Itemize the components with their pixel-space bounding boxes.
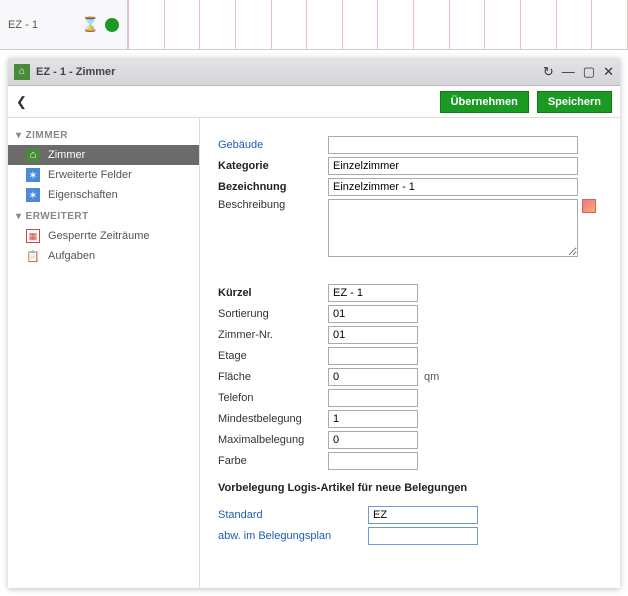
chevron-down-icon: ▾ xyxy=(16,130,22,141)
house-icon: ⌂ xyxy=(26,148,40,162)
calendar-icon: ▦ xyxy=(26,229,40,243)
minimize-icon[interactable]: — xyxy=(562,64,575,79)
label-kategorie[interactable]: Kategorie xyxy=(218,160,328,172)
titlebar: ⌂ EZ - 1 - Zimmer — ▢ ✕ xyxy=(8,58,620,86)
standard-input[interactable] xyxy=(368,506,478,524)
farbe-input[interactable] xyxy=(328,452,418,470)
label-standard[interactable]: Standard xyxy=(218,509,368,521)
clipboard-icon: 📋 xyxy=(26,249,40,263)
kategorie-input[interactable] xyxy=(328,157,578,175)
sidebar-item-zimmer[interactable]: ⌂ Zimmer xyxy=(8,145,199,165)
kuerzel-input[interactable] xyxy=(328,284,418,302)
etage-input[interactable] xyxy=(328,347,418,365)
flaeche-unit: qm xyxy=(424,371,439,383)
sidebar-item-label: Erweiterte Felder xyxy=(48,169,132,181)
sidebar-item-label: Gesperrte Zeiträume xyxy=(48,230,149,242)
fields-icon: ✶ xyxy=(26,168,40,182)
mindest-input[interactable] xyxy=(328,410,418,428)
label-farbe: Farbe xyxy=(218,455,328,467)
label-zimmernr: Zimmer-Nr. xyxy=(218,329,328,341)
label-beschreibung: Beschreibung xyxy=(218,199,328,211)
gebaeude-input[interactable] xyxy=(328,136,578,154)
save-button[interactable]: Speichern xyxy=(537,91,612,113)
label-bezeichnung: Bezeichnung xyxy=(218,181,328,193)
label-mindest: Mindestbelegung xyxy=(218,413,328,425)
form-pane: Gebäude Kategorie Bezeichnung Beschreibu… xyxy=(200,118,620,588)
sidebar: ▾ ZIMMER ⌂ Zimmer ✶ Erweiterte Felder ✶ … xyxy=(8,118,200,588)
telefon-input[interactable] xyxy=(328,389,418,407)
sidebar-item-label: Aufgaben xyxy=(48,250,95,262)
sidebar-item-gesperrte-zeitraeume[interactable]: ▦ Gesperrte Zeiträume xyxy=(8,226,199,246)
vorbelegung-title: Vorbelegung Logis-Artikel für neue Beleg… xyxy=(218,482,606,494)
sidebar-item-eigenschaften[interactable]: ✶ Eigenschaften xyxy=(8,185,199,205)
maximal-input[interactable] xyxy=(328,431,418,449)
label-maximal: Maximalbelegung xyxy=(218,434,328,446)
label-telefon: Telefon xyxy=(218,392,328,404)
label-etage: Etage xyxy=(218,350,328,362)
props-icon: ✶ xyxy=(26,188,40,202)
hourglass-icon: ⌛ xyxy=(82,16,99,33)
top-strip: EZ - 1 ⌛ xyxy=(0,0,628,50)
actionbar: ❮ Übernehmen Speichern xyxy=(8,86,620,118)
window: ⌂ EZ - 1 - Zimmer — ▢ ✕ ❮ Übernehmen Spe… xyxy=(8,58,620,588)
sidebar-item-erweiterte-felder[interactable]: ✶ Erweiterte Felder xyxy=(8,165,199,185)
richtext-icon[interactable] xyxy=(582,199,596,213)
label-flaeche: Fläche xyxy=(218,371,328,383)
sidebar-item-label: Eigenschaften xyxy=(48,189,118,201)
abw-input[interactable] xyxy=(368,527,478,545)
reload-icon[interactable] xyxy=(543,64,554,80)
window-title: EZ - 1 - Zimmer xyxy=(36,66,537,78)
label-gebaeude[interactable]: Gebäude xyxy=(218,139,328,151)
chevron-down-icon: ▾ xyxy=(16,211,22,222)
zimmernr-input[interactable] xyxy=(328,326,418,344)
top-tab[interactable]: EZ - 1 ⌛ xyxy=(0,0,128,50)
window-icon: ⌂ xyxy=(14,64,30,80)
sidebar-item-label: Zimmer xyxy=(48,149,85,161)
sortierung-input[interactable] xyxy=(328,305,418,323)
calendar-grid xyxy=(128,0,628,50)
sidebar-section-zimmer[interactable]: ▾ ZIMMER xyxy=(8,124,199,145)
close-icon[interactable]: ✕ xyxy=(603,64,614,80)
share-icon[interactable]: ❮ xyxy=(16,94,27,110)
label-abw[interactable]: abw. im Belegungsplan xyxy=(218,530,368,542)
beschreibung-textarea[interactable] xyxy=(328,199,578,257)
flaeche-input[interactable] xyxy=(328,368,418,386)
label-kuerzel: Kürzel xyxy=(218,287,328,299)
top-tab-label: EZ - 1 xyxy=(8,19,76,31)
apply-button[interactable]: Übernehmen xyxy=(440,91,529,113)
sidebar-section-erweitert[interactable]: ▾ ERWEITERT xyxy=(8,205,199,226)
sidebar-item-aufgaben[interactable]: 📋 Aufgaben xyxy=(8,246,199,266)
label-sortierung: Sortierung xyxy=(218,308,328,320)
bezeichnung-input[interactable] xyxy=(328,178,578,196)
status-dot-icon xyxy=(105,18,119,32)
maximize-icon[interactable]: ▢ xyxy=(583,64,595,80)
